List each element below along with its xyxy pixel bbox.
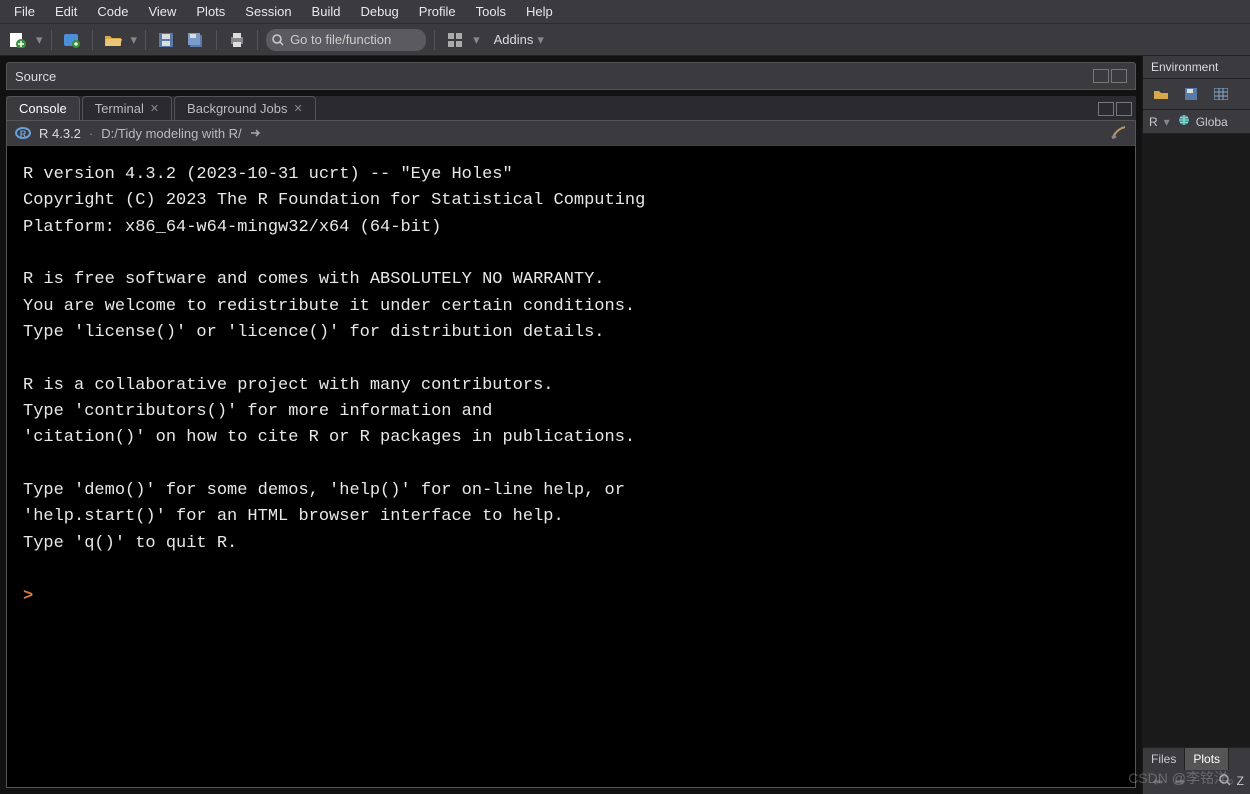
source-pane-header: Source	[6, 62, 1136, 90]
menu-profile[interactable]: Profile	[409, 2, 466, 21]
menu-view[interactable]: View	[138, 2, 186, 21]
console-prompt: >	[23, 587, 33, 606]
console-text: R version 4.3.2 (2023-10-31 ucrt) -- "Ey…	[23, 165, 645, 553]
save-workspace-icon[interactable]	[1179, 83, 1203, 105]
r-logo-icon: R	[15, 125, 31, 141]
tab-console[interactable]: Console	[6, 96, 80, 120]
goto-placeholder: Go to file/function	[290, 32, 391, 47]
new-project-button[interactable]	[60, 29, 84, 51]
load-workspace-icon[interactable]	[1149, 83, 1173, 105]
minimize-pane-button[interactable]	[1093, 69, 1109, 83]
search-icon	[272, 34, 284, 46]
zoom-icon[interactable]	[1219, 774, 1231, 790]
console-tab-row: Console Terminal ✕ Background Jobs ✕	[6, 96, 1136, 120]
menu-file[interactable]: File	[4, 2, 45, 21]
working-dir-path[interactable]: D:/Tidy modeling with R/	[101, 126, 241, 141]
maximize-console-button[interactable]	[1116, 102, 1132, 116]
menu-plots[interactable]: Plots	[186, 2, 235, 21]
right-column: Environment R ▾ Globa Files Plots ⬅ ➡ Z	[1142, 56, 1250, 794]
global-env-icon	[1178, 114, 1190, 126]
import-dataset-icon[interactable]	[1209, 83, 1233, 105]
tab-terminal[interactable]: Terminal ✕	[82, 96, 172, 120]
save-all-button[interactable]	[184, 29, 208, 51]
tab-environment[interactable]: Environment	[1143, 56, 1250, 79]
tab-background-jobs[interactable]: Background Jobs ✕	[174, 96, 316, 120]
menu-tools[interactable]: Tools	[466, 2, 516, 21]
grid-button[interactable]	[443, 29, 467, 51]
r-version-label: R 4.3.2	[39, 126, 81, 141]
print-button[interactable]	[225, 29, 249, 51]
save-button[interactable]	[154, 29, 178, 51]
source-pane-title: Source	[15, 69, 56, 84]
tab-bgjobs-label: Background Jobs	[187, 101, 287, 116]
main-toolbar: ▾ ▾ Go to file/function ▾ Addins ▾	[0, 24, 1250, 56]
close-icon[interactable]: ✕	[294, 102, 303, 115]
menu-session[interactable]: Session	[235, 2, 301, 21]
tab-terminal-label: Terminal	[95, 101, 144, 116]
plot-prev-icon[interactable]: ⬅	[1149, 774, 1167, 790]
menu-build[interactable]: Build	[302, 2, 351, 21]
addins-label: Addins	[494, 32, 534, 47]
menu-edit[interactable]: Edit	[45, 2, 87, 21]
menubar: File Edit Code View Plots Session Build …	[0, 0, 1250, 24]
zoom-label: Z	[1237, 774, 1244, 790]
menu-help[interactable]: Help	[516, 2, 563, 21]
menu-debug[interactable]: Debug	[350, 2, 408, 21]
global-env-label[interactable]: Globa	[1196, 115, 1228, 129]
console-output[interactable]: R version 4.3.2 (2023-10-31 ucrt) -- "Ey…	[6, 146, 1136, 788]
environment-body	[1143, 134, 1250, 747]
tab-plots[interactable]: Plots	[1185, 748, 1229, 770]
maximize-pane-button[interactable]	[1111, 69, 1127, 83]
plot-next-icon[interactable]: ➡	[1171, 774, 1189, 790]
goto-dir-icon[interactable]	[250, 127, 262, 139]
menu-code[interactable]: Code	[87, 2, 138, 21]
open-file-button[interactable]	[101, 29, 125, 51]
tab-console-label: Console	[19, 101, 67, 116]
new-file-button[interactable]	[6, 29, 30, 51]
console-info-bar: R R 4.3.2 · D:/Tidy modeling with R/	[6, 120, 1136, 146]
close-icon[interactable]: ✕	[150, 102, 159, 115]
tab-files[interactable]: Files	[1143, 748, 1185, 770]
scope-r-label[interactable]: R	[1149, 115, 1158, 129]
clear-console-icon[interactable]	[1111, 125, 1127, 139]
svg-text:R: R	[20, 129, 27, 139]
addins-dropdown[interactable]: Addins ▾	[486, 30, 552, 50]
goto-file-function[interactable]: Go to file/function	[266, 29, 426, 51]
minimize-console-button[interactable]	[1098, 102, 1114, 116]
